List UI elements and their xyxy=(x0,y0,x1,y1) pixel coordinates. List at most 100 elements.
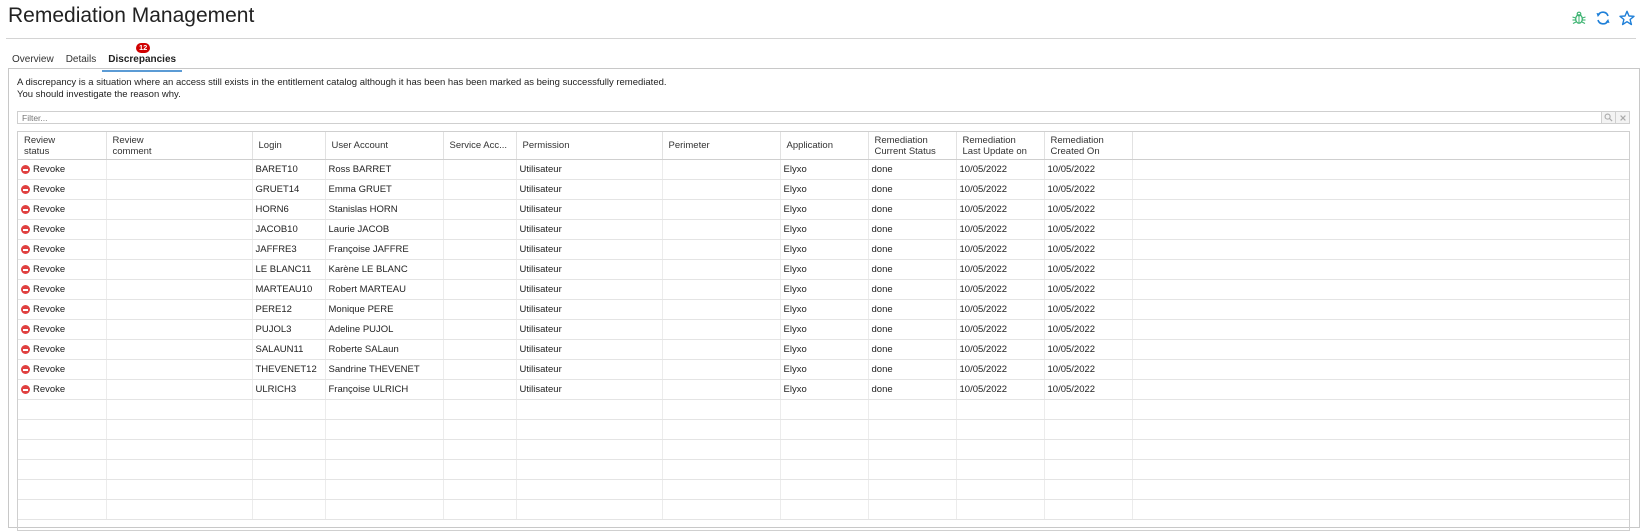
table-row[interactable]: Revoke ULRICH3 Françoise ULRICH Utilisateur… xyxy=(18,379,1629,400)
empty-cell xyxy=(325,419,444,440)
empty-cell xyxy=(252,459,326,480)
column-header-application[interactable]: Application xyxy=(780,132,869,160)
cell-service-account xyxy=(443,319,517,340)
table-row[interactable]: Revoke SALAUN11 Roberte SALaun Utilisateur E… xyxy=(18,339,1629,360)
column-header-review-comment[interactable]: Review comment xyxy=(106,132,253,160)
cell-application: Elyxo xyxy=(780,259,869,280)
column-header-user-account[interactable]: User Account xyxy=(325,132,444,160)
cell-current-status: done xyxy=(868,199,957,220)
empty-cell xyxy=(325,439,444,460)
cell-last-update: 10/05/2022 xyxy=(956,279,1045,300)
cell-review-status[interactable]: Revoke xyxy=(18,379,107,400)
cell-last-update: 10/05/2022 xyxy=(956,259,1045,280)
table-row[interactable]: Revoke THEVENET12 Sandrine THEVENET Utilisa… xyxy=(18,359,1629,380)
empty-cell xyxy=(868,479,957,500)
cell-login: SALAUN11 xyxy=(252,339,326,360)
cell-review-status[interactable]: Revoke xyxy=(18,159,107,180)
cell-review-status[interactable]: Revoke xyxy=(18,319,107,340)
cell-review-comment xyxy=(106,259,253,280)
cell-perimeter xyxy=(662,199,781,220)
cell-review-status[interactable]: Revoke xyxy=(18,279,107,300)
empty-cell xyxy=(662,499,781,520)
column-header-perimeter[interactable]: Perimeter xyxy=(662,132,781,160)
table-row[interactable]: Revoke JACOB10 Laurie JACOB Utilisateur Elyx… xyxy=(18,219,1629,240)
cell-current-status: done xyxy=(868,219,957,240)
refresh-icon[interactable] xyxy=(1594,9,1612,27)
cell-user-account: Françoise JAFFRE xyxy=(325,239,444,260)
table-row[interactable]: Revoke LE BLANC11 Karène LE BLANC Utilisate… xyxy=(18,259,1629,280)
cell-perimeter xyxy=(662,219,781,240)
filter-clear-icon[interactable] xyxy=(1615,112,1629,123)
cell-review-status[interactable]: Revoke xyxy=(18,359,107,380)
description-line-2: You should investigate the reason why. xyxy=(17,89,181,100)
cell-current-status: done xyxy=(868,379,957,400)
cell-service-account xyxy=(443,339,517,360)
table-row[interactable]: Revoke PERE12 Monique PERE Utilisateur Elyxo… xyxy=(18,299,1629,320)
column-header-remediation-created-on[interactable]: Remediation Created On xyxy=(1044,132,1133,160)
revoke-status: Revoke xyxy=(21,244,103,255)
cell-permission: Utilisateur xyxy=(516,219,663,240)
revoke-label: Revoke xyxy=(33,244,66,255)
discrepancy-description: A discrepancy is a situation where an ac… xyxy=(17,77,667,101)
cell-perimeter xyxy=(662,259,781,280)
cell-review-status[interactable]: Revoke xyxy=(18,179,107,200)
empty-cell xyxy=(1132,459,1629,480)
cell-user-account: Laurie JACOB xyxy=(325,219,444,240)
column-header-remediation-current-status[interactable]: Remediation Current Status xyxy=(868,132,957,160)
revoke-label: Revoke xyxy=(33,324,66,335)
table-row[interactable]: Revoke BARET10 Ross BARRET Utilisateur Elyxo… xyxy=(18,159,1629,180)
cell-review-status[interactable]: Revoke xyxy=(18,259,107,280)
cell-service-account xyxy=(443,299,517,320)
empty-cell xyxy=(516,459,663,480)
discrepancies-grid: Review status Review comment Login User Ac… xyxy=(17,131,1630,531)
column-header-review-status[interactable]: Review status xyxy=(18,132,107,160)
cell-review-status[interactable]: Revoke xyxy=(18,339,107,360)
empty-cell xyxy=(106,479,253,500)
column-header-permission[interactable]: Permission xyxy=(516,132,663,160)
cell-last-update: 10/05/2022 xyxy=(956,379,1045,400)
cell-filler xyxy=(1132,359,1629,380)
empty-cell xyxy=(18,439,107,460)
bug-icon[interactable] xyxy=(1570,9,1588,27)
cell-review-status[interactable]: Revoke xyxy=(18,239,107,260)
empty-cell xyxy=(956,459,1045,480)
cell-filler xyxy=(1132,339,1629,360)
cell-review-status[interactable]: Revoke xyxy=(18,299,107,320)
table-row[interactable]: Revoke GRUET14 Emma GRUET Utilisateur Elyxo d… xyxy=(18,179,1629,200)
cell-created-on: 10/05/2022 xyxy=(1044,319,1133,340)
table-row[interactable]: Revoke PUJOL3 Adeline PUJOL Utilisateur Elyx… xyxy=(18,319,1629,340)
column-header-remediation-last-update[interactable]: Remediation Last Update on xyxy=(956,132,1045,160)
revoke-status: Revoke xyxy=(21,344,103,355)
table-row[interactable]: Revoke HORN6 Stanislas HORN Utilisateur Elyx… xyxy=(18,199,1629,220)
cell-last-update: 10/05/2022 xyxy=(956,339,1045,360)
cell-perimeter xyxy=(662,239,781,260)
cell-created-on: 10/05/2022 xyxy=(1044,259,1133,280)
cell-review-status[interactable]: Revoke xyxy=(18,219,107,240)
description-line-1: A discrepancy is a situation where an ac… xyxy=(17,77,667,88)
empty-cell xyxy=(662,439,781,460)
cell-permission: Utilisateur xyxy=(516,299,663,320)
cell-review-comment xyxy=(106,299,253,320)
cell-review-status[interactable]: Revoke xyxy=(18,199,107,220)
cell-filler xyxy=(1132,299,1629,320)
table-row[interactable]: Revoke JAFFRE3 Françoise JAFFRE Utilisateur… xyxy=(18,239,1629,260)
cell-service-account xyxy=(443,179,517,200)
cell-created-on: 10/05/2022 xyxy=(1044,379,1133,400)
empty-cell xyxy=(516,439,663,460)
cell-created-on: 10/05/2022 xyxy=(1044,179,1133,200)
cell-perimeter xyxy=(662,299,781,320)
table-row[interactable]: Revoke MARTEAU10 Robert MARTEAU Utilisateur… xyxy=(18,279,1629,300)
revoke-status: Revoke xyxy=(21,204,103,215)
cell-created-on: 10/05/2022 xyxy=(1044,219,1133,240)
column-header-service-account[interactable]: Service Acc... xyxy=(443,132,517,160)
cell-login: HORN6 xyxy=(252,199,326,220)
column-header-login[interactable]: Login xyxy=(252,132,326,160)
cell-last-update: 10/05/2022 xyxy=(956,299,1045,320)
star-icon[interactable] xyxy=(1618,9,1636,27)
filter-input[interactable] xyxy=(18,112,1601,123)
filter-search-icon[interactable] xyxy=(1601,112,1615,123)
empty-cell xyxy=(325,499,444,520)
cell-review-comment xyxy=(106,319,253,340)
cell-current-status: done xyxy=(868,239,957,260)
cell-review-comment xyxy=(106,359,253,380)
